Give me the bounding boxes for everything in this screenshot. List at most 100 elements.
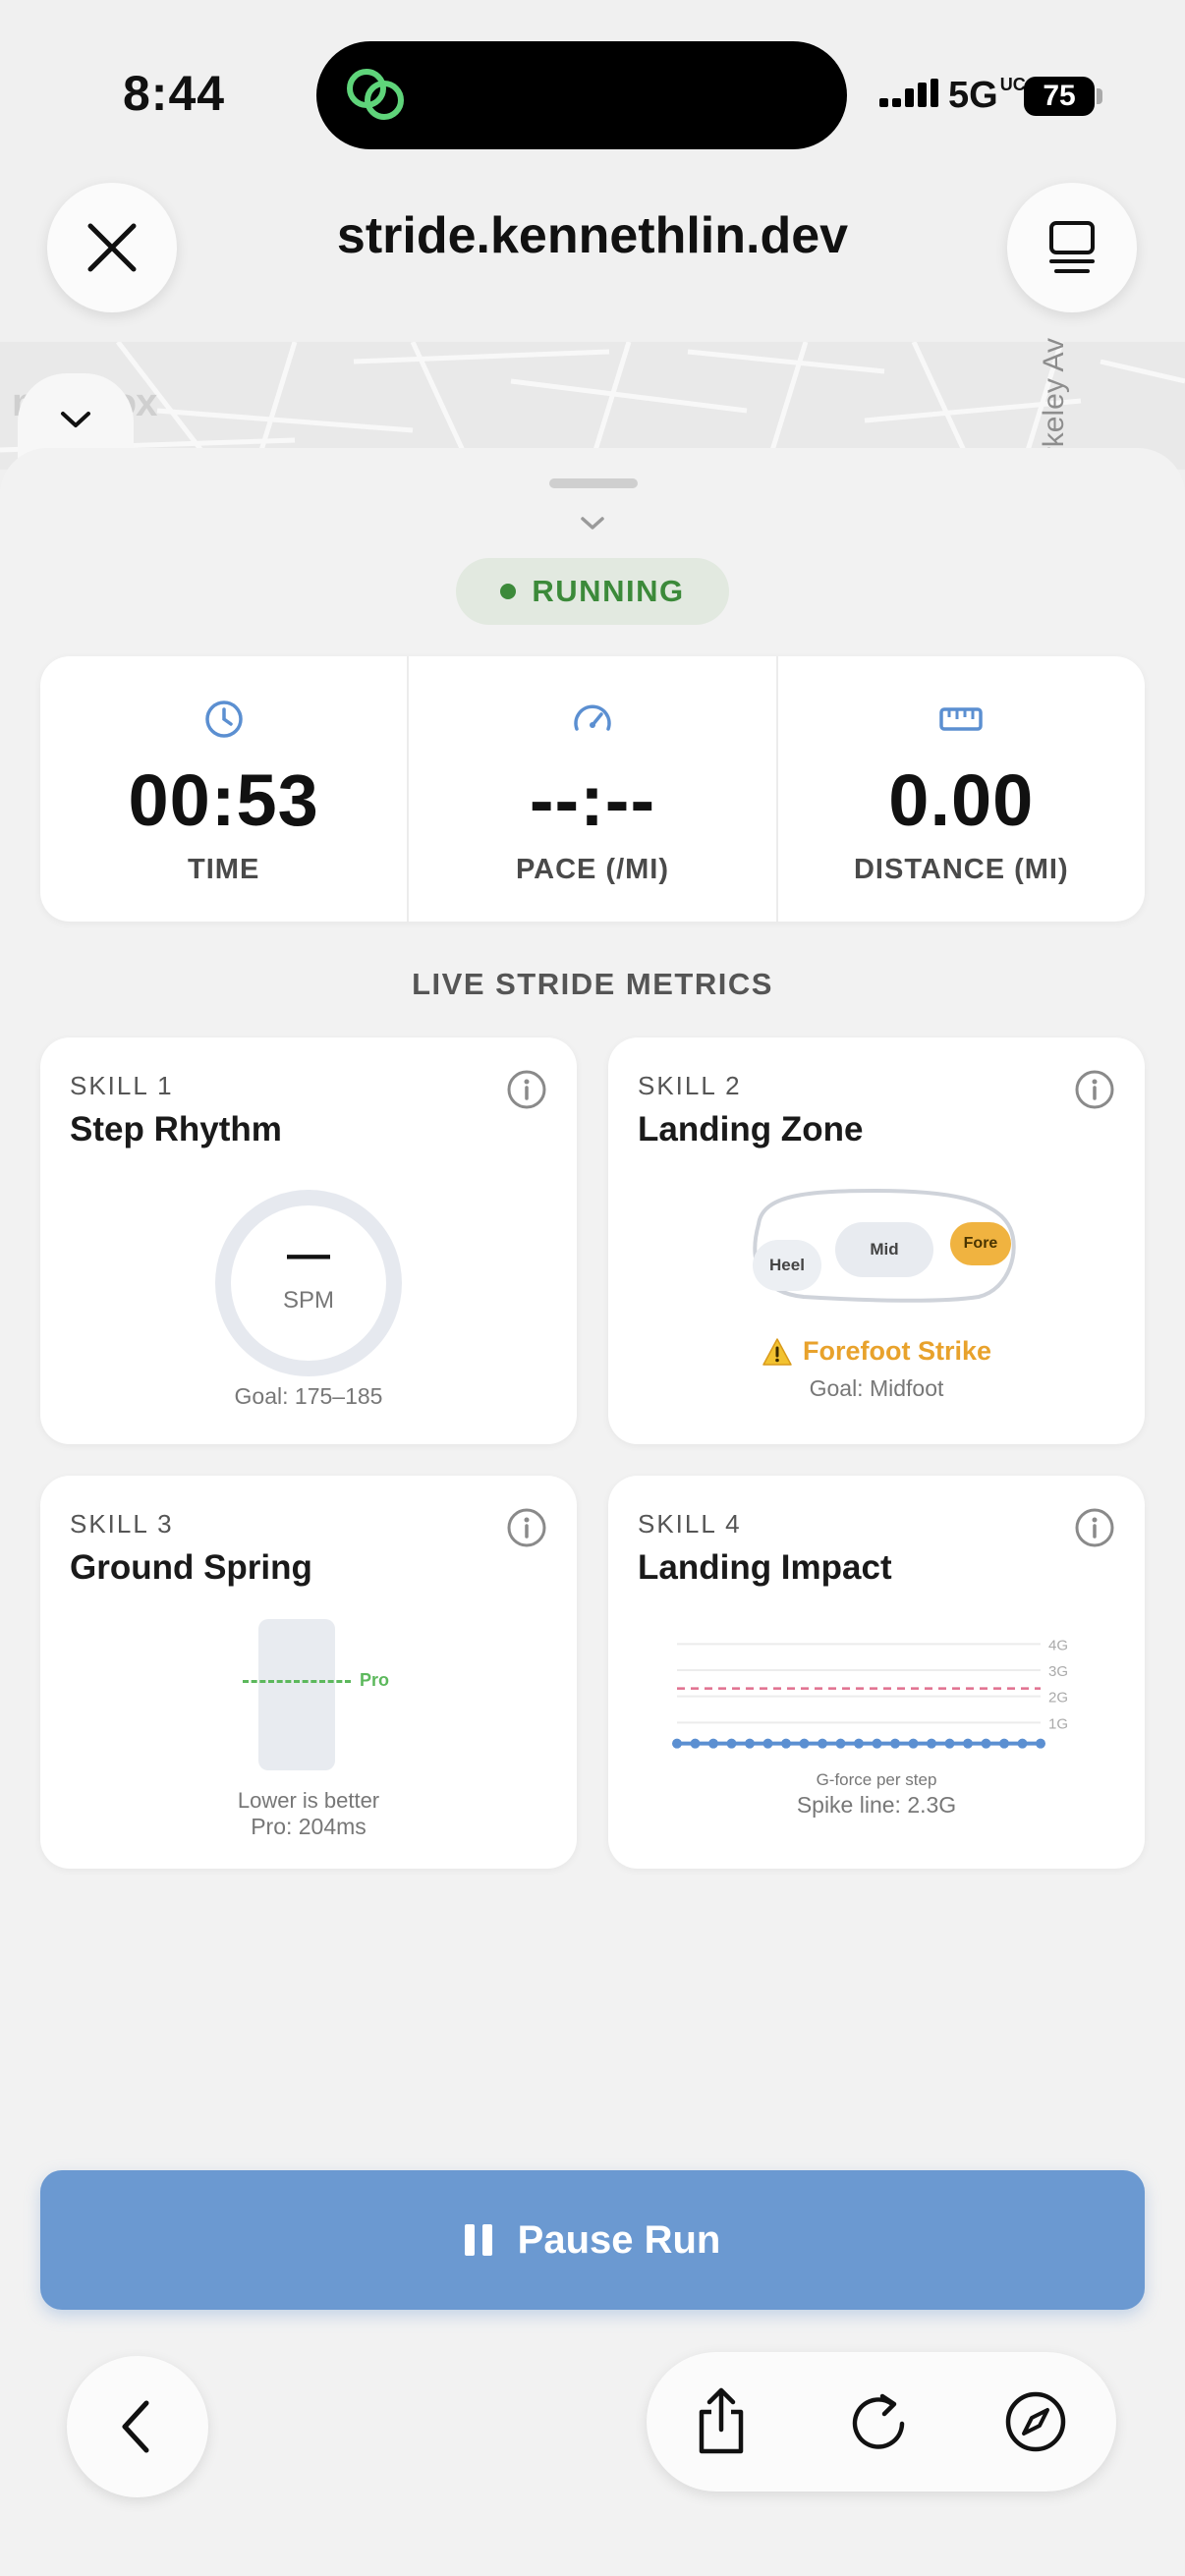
skill-tag: SKILL 1 xyxy=(70,1071,174,1100)
chevron-left-icon xyxy=(122,2400,149,2453)
skill-name: Ground Spring xyxy=(70,1548,312,1587)
y-tick-label: 3G xyxy=(1048,1663,1068,1680)
info-icon[interactable] xyxy=(506,1507,547,1548)
run-stats-card: 00:53 TIME --:-- PACE (/MI) 0.00 DISTANC… xyxy=(40,656,1145,922)
share-icon xyxy=(699,2387,744,2454)
impact-point xyxy=(854,1738,864,1749)
stat-distance-value: 0.00 xyxy=(888,759,1035,841)
cadence-ring xyxy=(215,1190,402,1376)
impact-point xyxy=(908,1738,919,1749)
status-dot xyxy=(500,584,517,599)
close-button[interactable] xyxy=(47,183,177,312)
spike-line-label: Spike line: 2.3G xyxy=(796,1792,957,1818)
share-button[interactable] xyxy=(682,2382,761,2461)
sheet-grabber[interactable] xyxy=(549,478,638,488)
impact-point xyxy=(963,1738,973,1749)
skill-card-landing-zone: SKILL 2 Landing Zone Heel Mid Fore Foref… xyxy=(608,1037,1145,1444)
skill-name: Step Rhythm xyxy=(70,1110,282,1148)
stat-time: 00:53 TIME xyxy=(40,656,407,922)
landing-result: Forefoot Strike xyxy=(608,1336,1145,1367)
impact-point xyxy=(690,1738,701,1749)
pause-run-label: Pause Run xyxy=(517,2217,721,2262)
impact-point xyxy=(1036,1738,1045,1749)
run-status-label: RUNNING xyxy=(532,574,685,608)
warning-icon xyxy=(762,1337,792,1366)
compass-button[interactable] xyxy=(996,2382,1075,2461)
battery-tip xyxy=(1097,88,1102,104)
stat-time-label: TIME xyxy=(188,854,260,885)
link-rings-icon xyxy=(340,63,411,126)
stat-distance: 0.00 DISTANCE (MI) xyxy=(775,656,1145,922)
landing-goal: Goal: Midfoot xyxy=(809,1375,944,1401)
cadence-value: — xyxy=(287,1230,330,1278)
ground-spring-pro: Pro: 204ms xyxy=(251,1814,367,1839)
impact-point xyxy=(745,1738,755,1749)
network-label: 5G xyxy=(948,75,998,116)
impact-point xyxy=(999,1738,1009,1749)
stat-time-value: 00:53 xyxy=(128,759,319,841)
browser-toolbar xyxy=(647,2352,1116,2492)
impact-point xyxy=(726,1738,737,1749)
info-icon[interactable] xyxy=(506,1069,547,1110)
speedometer-icon xyxy=(574,704,611,731)
skill-name: Landing Zone xyxy=(638,1110,864,1148)
compass-icon xyxy=(1005,2391,1066,2452)
cadence-unit: SPM xyxy=(282,1287,334,1314)
url-text[interactable]: stride.kennethlin.dev xyxy=(197,206,988,265)
impact-point xyxy=(981,1738,991,1749)
tab-overview-icon xyxy=(1049,221,1095,273)
cadence-goal: Goal: 175–185 xyxy=(234,1383,383,1409)
y-tick-label: 1G xyxy=(1048,1715,1068,1732)
pro-reference-line xyxy=(243,1680,351,1683)
stat-pace-label: PACE (/MI) xyxy=(515,854,670,885)
network-suffix: UC xyxy=(999,75,1026,94)
battery-level: 75 xyxy=(1024,77,1095,116)
impact-point xyxy=(927,1738,936,1749)
pause-icon xyxy=(464,2224,492,2256)
tabs-button[interactable] xyxy=(1007,183,1137,312)
pro-label: Pro xyxy=(360,1670,390,1690)
impact-point xyxy=(799,1738,810,1749)
skill-card-ground-spring: SKILL 3 Ground Spring Pro Lower is bette… xyxy=(40,1476,577,1869)
cellular-signal-icon xyxy=(879,79,938,118)
clock-icon xyxy=(204,700,243,738)
reload-button[interactable] xyxy=(839,2382,918,2461)
stat-pace-value: --:-- xyxy=(529,759,656,841)
back-button[interactable] xyxy=(67,2356,208,2497)
status-time: 8:44 xyxy=(123,66,226,121)
skill-tag: SKILL 3 xyxy=(70,1509,174,1539)
impact-chart-caption: G-force per step xyxy=(816,1770,937,1789)
skill-tag: SKILL 2 xyxy=(638,1071,742,1100)
close-icon xyxy=(87,223,137,272)
info-icon[interactable] xyxy=(1074,1069,1115,1110)
impact-chart: 1G 2G 3G 4G xyxy=(672,1637,1068,1749)
ground-spring-note: Lower is better xyxy=(237,1788,380,1813)
impact-point xyxy=(708,1738,718,1749)
network-type: 5G UC xyxy=(948,75,1026,117)
pause-run-button[interactable]: Pause Run xyxy=(40,2170,1145,2310)
zone-fore-active: Fore xyxy=(950,1222,1011,1265)
skill-name: Landing Impact xyxy=(638,1548,892,1587)
y-tick-label: 2G xyxy=(1048,1690,1068,1707)
skill-card-landing-impact: SKILL 4 Landing Impact 1G 2G 3G 4G G-force … xyxy=(608,1476,1145,1869)
ruler-icon xyxy=(939,707,984,731)
zone-mid: Mid xyxy=(835,1222,933,1277)
y-tick-label: 4G xyxy=(1048,1637,1068,1653)
info-icon[interactable] xyxy=(1074,1507,1115,1548)
section-title: LIVE STRIDE METRICS xyxy=(412,967,773,1001)
landing-result-text: Forefoot Strike xyxy=(802,1336,992,1366)
impact-point xyxy=(818,1738,827,1749)
impact-point xyxy=(835,1738,846,1749)
impact-point xyxy=(890,1738,900,1749)
impact-point xyxy=(872,1738,882,1749)
reload-icon xyxy=(852,2393,905,2449)
chevron-down-icon xyxy=(61,412,90,427)
impact-point xyxy=(944,1738,955,1749)
sheet-chevron-icon[interactable] xyxy=(573,509,612,538)
impact-point xyxy=(781,1738,791,1749)
impact-point xyxy=(762,1738,773,1749)
stat-pace: --:-- PACE (/MI) xyxy=(407,656,775,922)
impact-point xyxy=(672,1738,682,1749)
skill-card-step-rhythm: SKILL 1 Step Rhythm — SPM Goal: 175–185 xyxy=(40,1037,577,1444)
skill-tag: SKILL 4 xyxy=(638,1509,742,1539)
